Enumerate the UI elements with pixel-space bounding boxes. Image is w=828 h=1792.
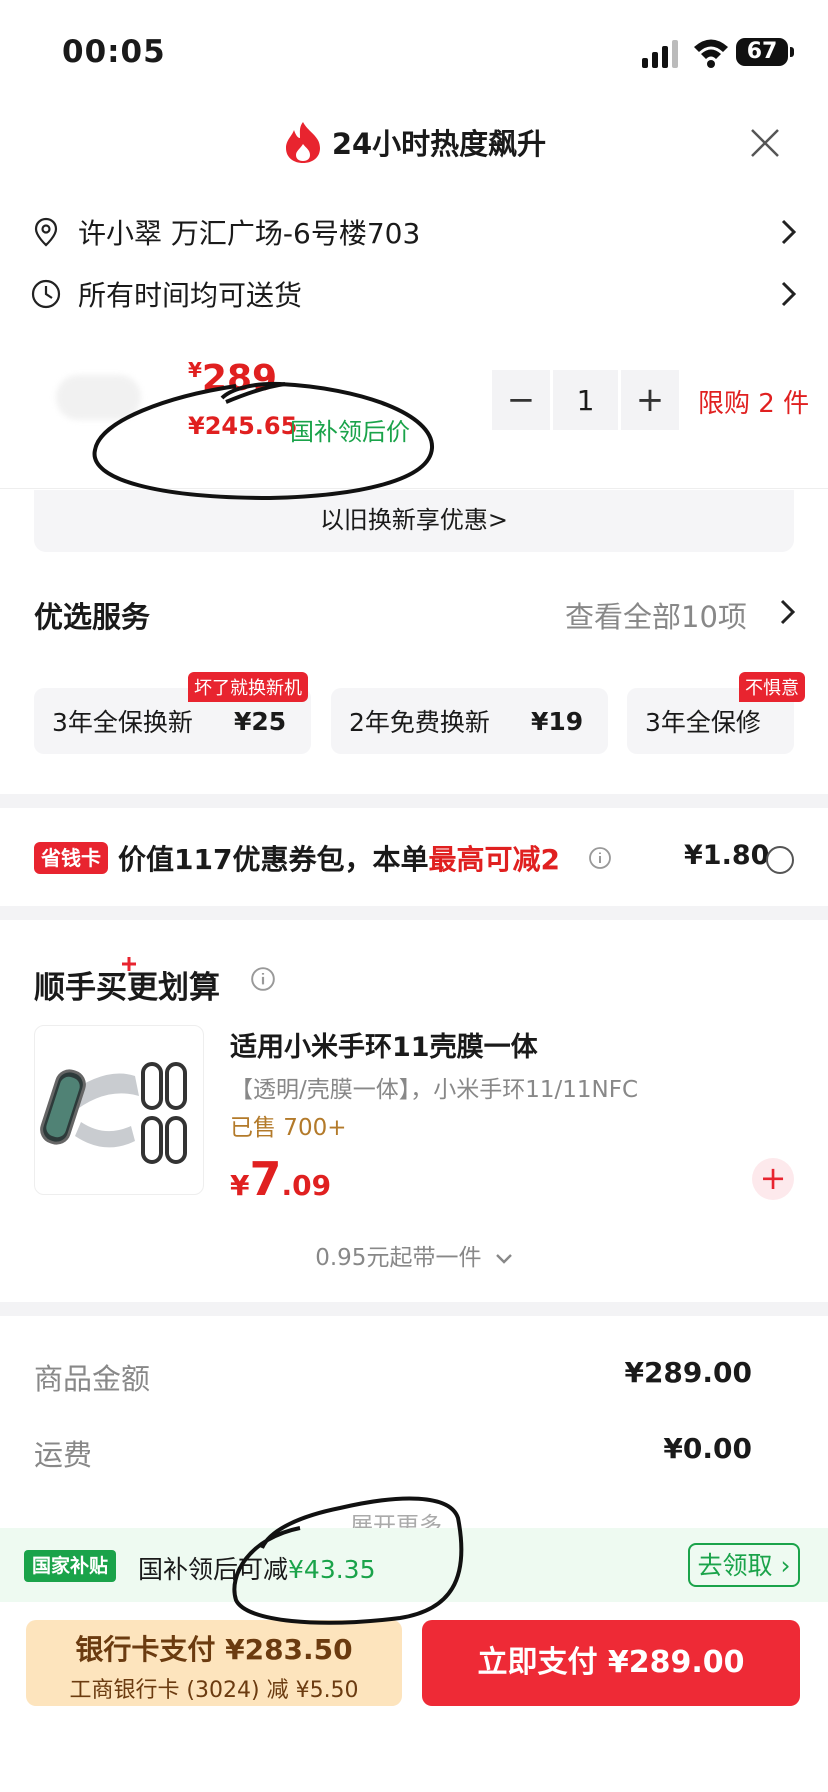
subsidy-price: ¥245.65 [188, 412, 298, 440]
national-subsidy-badge: 国家补贴 [24, 1550, 116, 1582]
smart-band-image [40, 1062, 187, 1164]
delivery-time-row[interactable]: 所有时间均可送货 [30, 271, 800, 317]
section-separator [0, 906, 828, 920]
bank-card-pay-button[interactable]: 银行卡支付 ¥283.50 工商银行卡 (3024) 减 ¥5.50 [26, 1620, 402, 1706]
section-separator [0, 1302, 828, 1316]
bundle-product-desc: 【透明/壳膜一体】，小米手环11/11NFC [230, 1077, 639, 1103]
tradein-banner[interactable]: 以旧换新享优惠> [34, 490, 794, 552]
wifi-icon [694, 39, 728, 68]
location-pin-icon [34, 217, 58, 247]
product-thumbnail-blurred [56, 375, 141, 420]
goods-amount-value: ¥289.00 [624, 1356, 752, 1389]
increase-quantity-button[interactable]: + [621, 370, 679, 430]
info-icon[interactable] [588, 846, 612, 870]
delivery-text: 所有时间均可送货 [78, 279, 303, 312]
cellular-signal-icon [642, 40, 678, 68]
divider [0, 488, 828, 489]
bundle-product-title[interactable]: 适用小米手环11壳膜一体 [230, 1025, 538, 1064]
service-tag: 坏了就换新机 [188, 672, 308, 702]
section-separator [0, 794, 828, 808]
bundle-product-image[interactable] [34, 1025, 204, 1195]
savings-card-badge: 省钱卡 [34, 842, 108, 874]
bundle-product-price: ¥7.09 [230, 1152, 332, 1206]
status-bar: 00:05 67 [0, 0, 828, 100]
bundle-more-toggle[interactable]: 0.95元起带一件 [0, 1238, 828, 1272]
chevron-right-icon [780, 599, 796, 625]
address-row[interactable]: 许小翠 万汇广场-6号楼703 [30, 209, 800, 255]
clock-icon [31, 279, 61, 309]
service-card[interactable]: 2年免费换新 ¥19 [331, 688, 608, 754]
service-tag: 不惧意 [739, 672, 805, 702]
goods-amount-label: 商品金额 [34, 1362, 151, 1396]
savings-card-text: 价值117优惠券包，本单最高可减2 [118, 843, 560, 876]
decrease-quantity-button[interactable]: − [492, 370, 550, 430]
status-time: 00:05 [62, 34, 166, 70]
original-price: ¥289 [188, 358, 278, 399]
battery-icon: 67 [736, 38, 794, 66]
plus-icon [122, 957, 136, 971]
quantity-value[interactable]: 1 [553, 370, 618, 430]
subsidy-price-label: 国补领后价 [290, 418, 410, 446]
claim-subsidy-button[interactable]: 去领取 › [688, 1543, 800, 1587]
service-card[interactable]: 3年全保换新 ¥25 坏了就换新机 [34, 672, 311, 754]
pay-now-button[interactable]: 立即支付 ¥289.00 [422, 1620, 800, 1706]
bank-pay-subtitle: 工商银行卡 (3024) 减 ¥5.50 [69, 1678, 359, 1703]
chevron-down-icon [495, 1253, 512, 1264]
chevron-right-icon [781, 281, 797, 307]
savings-card-amount: ¥1.80 [684, 840, 770, 871]
service-card[interactable]: 3年全保修 不惧意 [627, 672, 805, 754]
subsidy-text: 国补领后可减¥43.35 [138, 1555, 376, 1584]
fire-icon [285, 122, 320, 163]
services-title: 优选服务 [34, 600, 151, 634]
close-icon[interactable] [748, 126, 782, 160]
chevron-right-icon [781, 219, 797, 245]
savings-card-radio[interactable] [766, 846, 794, 874]
page-title: 24小时热度飙升 [0, 120, 828, 164]
bundle-product-sold: 已售 700+ [230, 1115, 347, 1141]
add-bundle-button[interactable]: + [752, 1158, 794, 1200]
quantity-stepper: − 1 + [492, 370, 684, 430]
info-icon[interactable] [250, 966, 276, 992]
shipping-label: 运费 [34, 1438, 93, 1472]
bank-pay-title: 银行卡支付 ¥283.50 [75, 1633, 353, 1666]
address-text: 许小翠 万汇广场-6号楼703 [78, 217, 421, 250]
shipping-value: ¥0.00 [663, 1432, 752, 1465]
services-view-all[interactable]: 查看全部10项 [565, 594, 796, 636]
purchase-limit: 限购 2 件 [698, 389, 810, 419]
